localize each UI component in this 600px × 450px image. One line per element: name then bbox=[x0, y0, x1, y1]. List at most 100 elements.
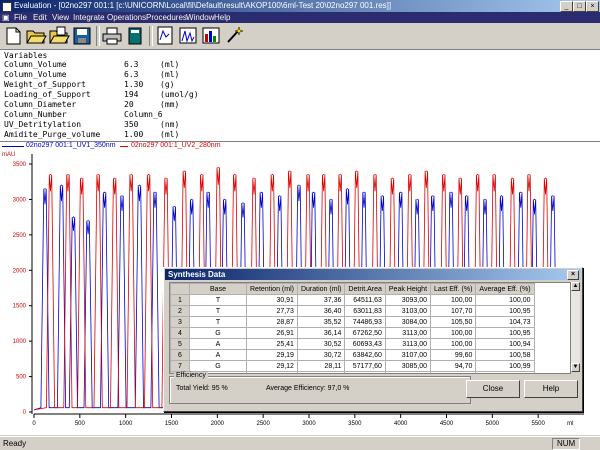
row-header: 1 bbox=[170, 294, 190, 306]
peak-point bbox=[289, 170, 291, 172]
print-icon[interactable] bbox=[101, 25, 123, 46]
peak-point bbox=[81, 177, 83, 179]
x-tick-label: 1500 bbox=[165, 421, 179, 427]
table-cell: 100,00 bbox=[430, 294, 477, 306]
x-tick-label: 0 bbox=[32, 421, 36, 427]
peak-point bbox=[432, 195, 434, 197]
x-tick-label: 4500 bbox=[440, 421, 454, 427]
toolbar-separator bbox=[149, 26, 153, 46]
peak-point bbox=[217, 166, 219, 169]
menu-bar: ▣ File Edit View Integrate Operations Pr… bbox=[0, 12, 600, 23]
bar-chart-icon[interactable] bbox=[200, 25, 222, 46]
menu-procedures[interactable]: Procedures bbox=[146, 12, 187, 23]
chromatogram-icon[interactable] bbox=[177, 25, 199, 46]
menu-integrate[interactable]: Integrate bbox=[73, 12, 105, 23]
table-cell: 100,99 bbox=[475, 360, 535, 372]
close-button[interactable]: × bbox=[586, 1, 599, 12]
peak-point bbox=[544, 177, 547, 179]
peak-point bbox=[533, 198, 536, 201]
table-cell: 67262,50 bbox=[344, 327, 386, 339]
dialog-title-bar: Synthesis Data × bbox=[165, 269, 581, 280]
table-row[interactable]: 4 G 26,91 36,14 67262,50 3113,00 100,00 100,95 bbox=[170, 327, 535, 339]
variables-panel[interactable]: Variables Column_Volume 6.3 (ml) Column_Vo… bbox=[0, 50, 600, 143]
table-row[interactable]: 7 G 29,12 28,11 57177,60 3085,00 94,70 100,99 bbox=[170, 360, 535, 372]
scroll-down-icon[interactable]: ▼ bbox=[571, 363, 580, 372]
table-cell: 100,00 bbox=[430, 338, 477, 350]
peak-point bbox=[500, 195, 503, 197]
column-header-last-eff[interactable]: Last Eff. (%) bbox=[430, 283, 477, 295]
menu-file[interactable]: File bbox=[14, 12, 27, 23]
x-tick-label: 2500 bbox=[256, 421, 270, 427]
peak-point bbox=[323, 174, 325, 176]
wand-icon[interactable] bbox=[223, 25, 245, 46]
open-file-icon[interactable] bbox=[48, 25, 70, 46]
column-header-duration[interactable]: Duration (ml) bbox=[296, 283, 346, 295]
column-header-index[interactable] bbox=[170, 283, 190, 295]
book-icon[interactable] bbox=[124, 25, 146, 46]
report-icon[interactable] bbox=[154, 25, 176, 46]
table-cell: A bbox=[189, 338, 247, 350]
table-row[interactable]: 3 T 28,87 35,52 74486,93 3084,00 105,50 104,73 bbox=[170, 316, 535, 328]
efficiency-label: Efficiency bbox=[174, 372, 208, 379]
peak-point bbox=[224, 198, 226, 201]
menu-view[interactable]: View bbox=[52, 12, 69, 23]
variables-header: Variables bbox=[4, 51, 48, 60]
peak-point bbox=[416, 198, 418, 201]
scroll-up-icon[interactable]: ▲ bbox=[571, 282, 580, 291]
table-cell: 30,52 bbox=[296, 338, 346, 350]
table-row[interactable]: 1 T 30,91 37,36 64511,63 3093,00 100,00 100,00 bbox=[170, 294, 535, 306]
table-cell: T bbox=[189, 294, 247, 306]
column-header-detrit-area[interactable]: Detrit.Area bbox=[344, 283, 386, 295]
table-cell: 26,91 bbox=[246, 327, 298, 339]
menu-edit[interactable]: Edit bbox=[33, 12, 47, 23]
table-row[interactable]: 2 T 27,73 36,40 63011,83 3103,00 107,70 100,95 bbox=[170, 305, 535, 317]
table-row[interactable]: 5 A 25,41 30,52 60693,43 3113,00 100,00 100,94 bbox=[170, 338, 535, 350]
table-scrollbar[interactable]: ▲ ▼ bbox=[570, 282, 580, 372]
peak-point bbox=[173, 205, 175, 208]
save-icon[interactable] bbox=[71, 25, 93, 46]
table-cell: 3107,00 bbox=[384, 349, 432, 361]
peak-point bbox=[183, 170, 185, 172]
table-row[interactable]: 8C30,9020,4557650,703090,00100,00100,00 bbox=[170, 371, 535, 373]
open-folder-icon[interactable] bbox=[25, 25, 47, 46]
synthesis-table[interactable]: Base Retention (ml) Duration (ml) Detrit… bbox=[169, 282, 571, 374]
table-cell: 37,36 bbox=[296, 294, 346, 306]
y-tick-label: 1000 bbox=[13, 339, 27, 345]
menu-window[interactable]: Window bbox=[186, 12, 214, 23]
peak-point bbox=[330, 198, 332, 201]
y-tick-label: 500 bbox=[16, 375, 27, 381]
peak-point bbox=[409, 174, 411, 176]
table-cell: 3113,00 bbox=[384, 327, 432, 339]
num-lock-indicator: NUM bbox=[552, 438, 581, 450]
table-cell: 3084,00 bbox=[384, 316, 432, 328]
dialog-close-icon[interactable]: × bbox=[567, 270, 579, 280]
menu-help[interactable]: Help bbox=[214, 12, 230, 23]
table-cell: 74486,93 bbox=[344, 316, 386, 328]
column-header-peak-height[interactable]: Peak Height bbox=[384, 283, 432, 295]
table-cell: T bbox=[189, 316, 247, 328]
x-tick-label: 5000 bbox=[486, 421, 500, 427]
table-cell: 105,50 bbox=[430, 316, 477, 328]
peak-point bbox=[49, 174, 52, 176]
table-cell: 29,19 bbox=[246, 349, 298, 361]
menu-operations[interactable]: Operations bbox=[107, 12, 146, 23]
table-cell: 94,70 bbox=[430, 360, 477, 372]
table-row[interactable]: 6 A 29,19 30,72 63842,60 3107,00 99,60 100,58 bbox=[170, 349, 535, 361]
menu-icon[interactable]: ▣ bbox=[2, 12, 10, 23]
help-button[interactable]: Help bbox=[524, 380, 578, 398]
table-cell: 100,95 bbox=[475, 305, 535, 317]
row-header: 3 bbox=[170, 316, 190, 328]
new-file-icon[interactable] bbox=[2, 25, 24, 46]
column-header-retention[interactable]: Retention (ml) bbox=[246, 283, 298, 295]
y-tick-label: 2000 bbox=[13, 268, 27, 274]
column-header-base[interactable]: Base bbox=[189, 283, 247, 295]
close-dialog-button[interactable]: Close bbox=[466, 380, 520, 398]
table-cell: 64511,63 bbox=[344, 294, 386, 306]
table-cell: T bbox=[189, 305, 247, 317]
column-header-average-eff[interactable]: Average Eff. (%) bbox=[475, 283, 535, 295]
table-cell: 30,90 bbox=[246, 371, 298, 373]
maximize-button[interactable]: □ bbox=[573, 1, 586, 12]
table-cell: 100,00 bbox=[475, 371, 535, 373]
minimize-button[interactable]: _ bbox=[560, 1, 573, 12]
peak-point bbox=[346, 188, 349, 190]
